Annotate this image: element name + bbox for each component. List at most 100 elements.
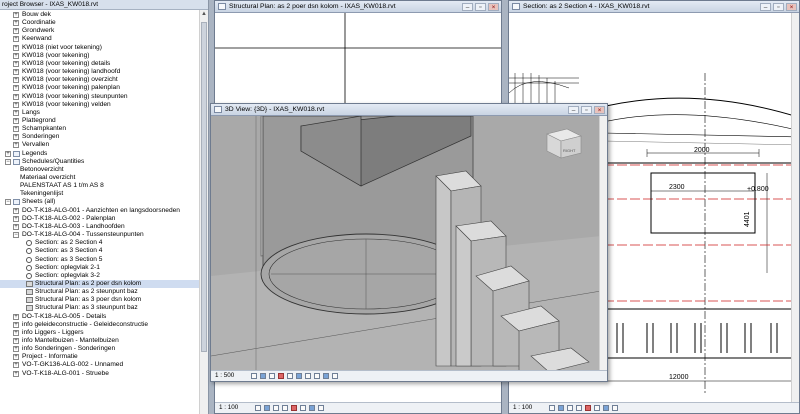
tree-item[interactable]: + DO-T-K18-ALG-002 - Palenplan (0, 215, 199, 223)
crop-view-icon[interactable] (287, 373, 293, 379)
tree-item[interactable]: − Sheets (all) (0, 198, 199, 206)
expand-icon[interactable]: + (13, 101, 19, 108)
tree-item[interactable]: + DO-T-K18-ALG-003 - Landhoofden (0, 223, 199, 231)
project-browser-scrollbar[interactable]: ▲ (199, 10, 208, 414)
tree-item[interactable]: + info geleideconstructie - Geleideconstr… (0, 321, 199, 329)
temporary-hide-icon[interactable] (314, 373, 320, 379)
tree-item[interactable]: Section: as 2 Section 4 (0, 239, 199, 247)
tree-item[interactable]: Section: oplegvlak 3-2 (0, 272, 199, 280)
tree-item[interactable]: + KW018 (voor tekening) velden (0, 101, 199, 109)
expand-icon[interactable]: + (13, 52, 19, 59)
tree-item[interactable]: Structural Plan: as 3 poer dsn kolom (0, 296, 199, 304)
sun-path-icon[interactable] (269, 373, 275, 379)
expand-icon[interactable]: + (13, 36, 19, 43)
expand-icon[interactable]: + (13, 20, 19, 27)
tree-item[interactable]: + KW018 (voor tekening) steunpunten (0, 93, 199, 101)
tree-item[interactable]: + DO-T-K18-ALG-005 - Details (0, 313, 199, 321)
shadows-icon[interactable] (282, 405, 288, 411)
visual-style-icon[interactable] (260, 373, 266, 379)
reveal-hidden-icon[interactable] (323, 373, 329, 379)
reveal-hidden-icon[interactable] (612, 405, 618, 411)
minimize-button[interactable]: – (760, 3, 771, 11)
expand-icon[interactable]: + (13, 109, 19, 116)
tree-item[interactable]: + KW018 (voor tekening) (0, 52, 199, 60)
tree-item[interactable]: + KW018 (voor tekening) palenplan (0, 84, 199, 92)
tree-item[interactable]: + Schampkanten (0, 125, 199, 133)
minimize-button[interactable]: – (568, 106, 579, 114)
scroll-up-arrow-icon[interactable]: ▲ (200, 10, 208, 18)
tree-item[interactable]: + Langs (0, 109, 199, 117)
collapse-icon[interactable]: − (5, 199, 11, 206)
visual-style-icon[interactable] (558, 405, 564, 411)
expand-icon[interactable]: + (13, 362, 19, 369)
tree-item[interactable]: + Vervallen (0, 141, 199, 149)
expand-icon[interactable]: + (13, 12, 19, 18)
tree-item[interactable]: PALENSTAAT AS 1 t/m AS 8 (0, 182, 199, 190)
tree-item[interactable]: + Sonderingen (0, 133, 199, 141)
visual-style-icon[interactable] (264, 405, 270, 411)
temporary-hide-icon[interactable] (309, 405, 315, 411)
expand-icon[interactable]: + (13, 69, 19, 76)
expand-icon[interactable]: + (13, 329, 19, 336)
expand-icon[interactable]: + (13, 207, 19, 214)
shadows-icon[interactable] (278, 373, 284, 379)
crop-view-icon[interactable] (585, 405, 591, 411)
tree-item[interactable]: + Bouw dek (0, 11, 199, 19)
expand-icon[interactable]: + (13, 77, 19, 84)
tree-item[interactable]: + KW018 (niet voor tekening) (0, 44, 199, 52)
expand-icon[interactable]: + (13, 321, 19, 328)
close-button[interactable]: × (488, 3, 499, 11)
tree-item[interactable]: + Keerwand (0, 35, 199, 43)
lock-view-icon[interactable] (305, 373, 311, 379)
section-vertical-scrollbar[interactable] (791, 13, 799, 402)
tree-item[interactable]: − Schedules/Quantities (0, 158, 199, 166)
tree-item[interactable]: + Coordinatie (0, 19, 199, 27)
view-scale-label[interactable]: 1 : 500 (215, 371, 234, 381)
expand-icon[interactable]: + (13, 215, 19, 222)
view-scale-label[interactable]: 1 : 100 (513, 403, 532, 413)
expand-icon[interactable]: + (13, 117, 19, 124)
close-button[interactable]: × (786, 3, 797, 11)
close-button[interactable]: × (594, 106, 605, 114)
expand-icon[interactable]: + (13, 338, 19, 344)
shadows-icon[interactable] (576, 405, 582, 411)
restore-button[interactable]: ▫ (475, 3, 486, 11)
tree-item[interactable]: Structural Plan: as 2 poer dsn kolom (0, 279, 199, 288)
tree-item[interactable]: + VO-T-K18-ALG-001 - Struebe (0, 370, 199, 378)
tree-item[interactable]: + KW018 (voor tekening) overzicht (0, 76, 199, 84)
tree-item[interactable]: − DO-T-K18-ALG-004 - Tussensteunpunten (0, 231, 199, 239)
show-crop-icon[interactable] (300, 405, 306, 411)
tree-item[interactable]: Section: as 3 Section 5 (0, 256, 199, 264)
expand-icon[interactable]: + (13, 142, 19, 149)
scrollbar-thumb[interactable] (201, 22, 207, 352)
reveal-hidden-icon[interactable] (318, 405, 324, 411)
3d-view-window[interactable]: 3D View: {3D} - IXAS_KW018.rvt – ▫ × RIG… (210, 103, 608, 382)
tree-item[interactable]: + Legends (0, 150, 199, 158)
tree-item[interactable]: + info Sonderingen - Sonderingen (0, 345, 199, 353)
tree-item[interactable]: Structural Plan: as 2 steunpunt baz (0, 288, 199, 296)
expand-icon[interactable]: + (13, 28, 19, 35)
expand-icon[interactable]: + (13, 60, 19, 67)
expand-icon[interactable]: + (13, 44, 19, 51)
tree-item[interactable]: + KW018 (voor tekening) details (0, 60, 199, 68)
detail-level-icon[interactable] (255, 405, 261, 411)
tree-item[interactable]: + KW018 (voor tekening) landhoofd (0, 68, 199, 76)
tree-item[interactable]: + VO-T-GK136-ALG-002 - Unnamed (0, 361, 199, 369)
expand-icon[interactable]: + (13, 223, 19, 230)
minimize-button[interactable]: – (462, 3, 473, 11)
analysis-display-icon[interactable] (332, 373, 338, 379)
tree-item[interactable]: + Grondwerk (0, 27, 199, 35)
crop-view-icon[interactable] (291, 405, 297, 411)
collapse-icon[interactable]: − (13, 232, 19, 239)
detail-level-icon[interactable] (251, 373, 257, 379)
restore-button[interactable]: ▫ (581, 106, 592, 114)
tree-item[interactable]: Structural Plan: as 3 steunpunt baz (0, 304, 199, 312)
tree-item[interactable]: + Plattegrond (0, 117, 199, 125)
temporary-hide-icon[interactable] (603, 405, 609, 411)
tree-item[interactable]: + info Mantelbuizen - Mantelbuizen (0, 337, 199, 345)
tree-item[interactable]: Tekeningenlijst (0, 190, 199, 198)
expand-icon[interactable]: + (5, 150, 11, 157)
3d-canvas[interactable]: RIGHT (211, 116, 607, 372)
view-scale-label[interactable]: 1 : 100 (219, 403, 238, 413)
tree-item[interactable]: + Project - Informatie (0, 353, 199, 361)
